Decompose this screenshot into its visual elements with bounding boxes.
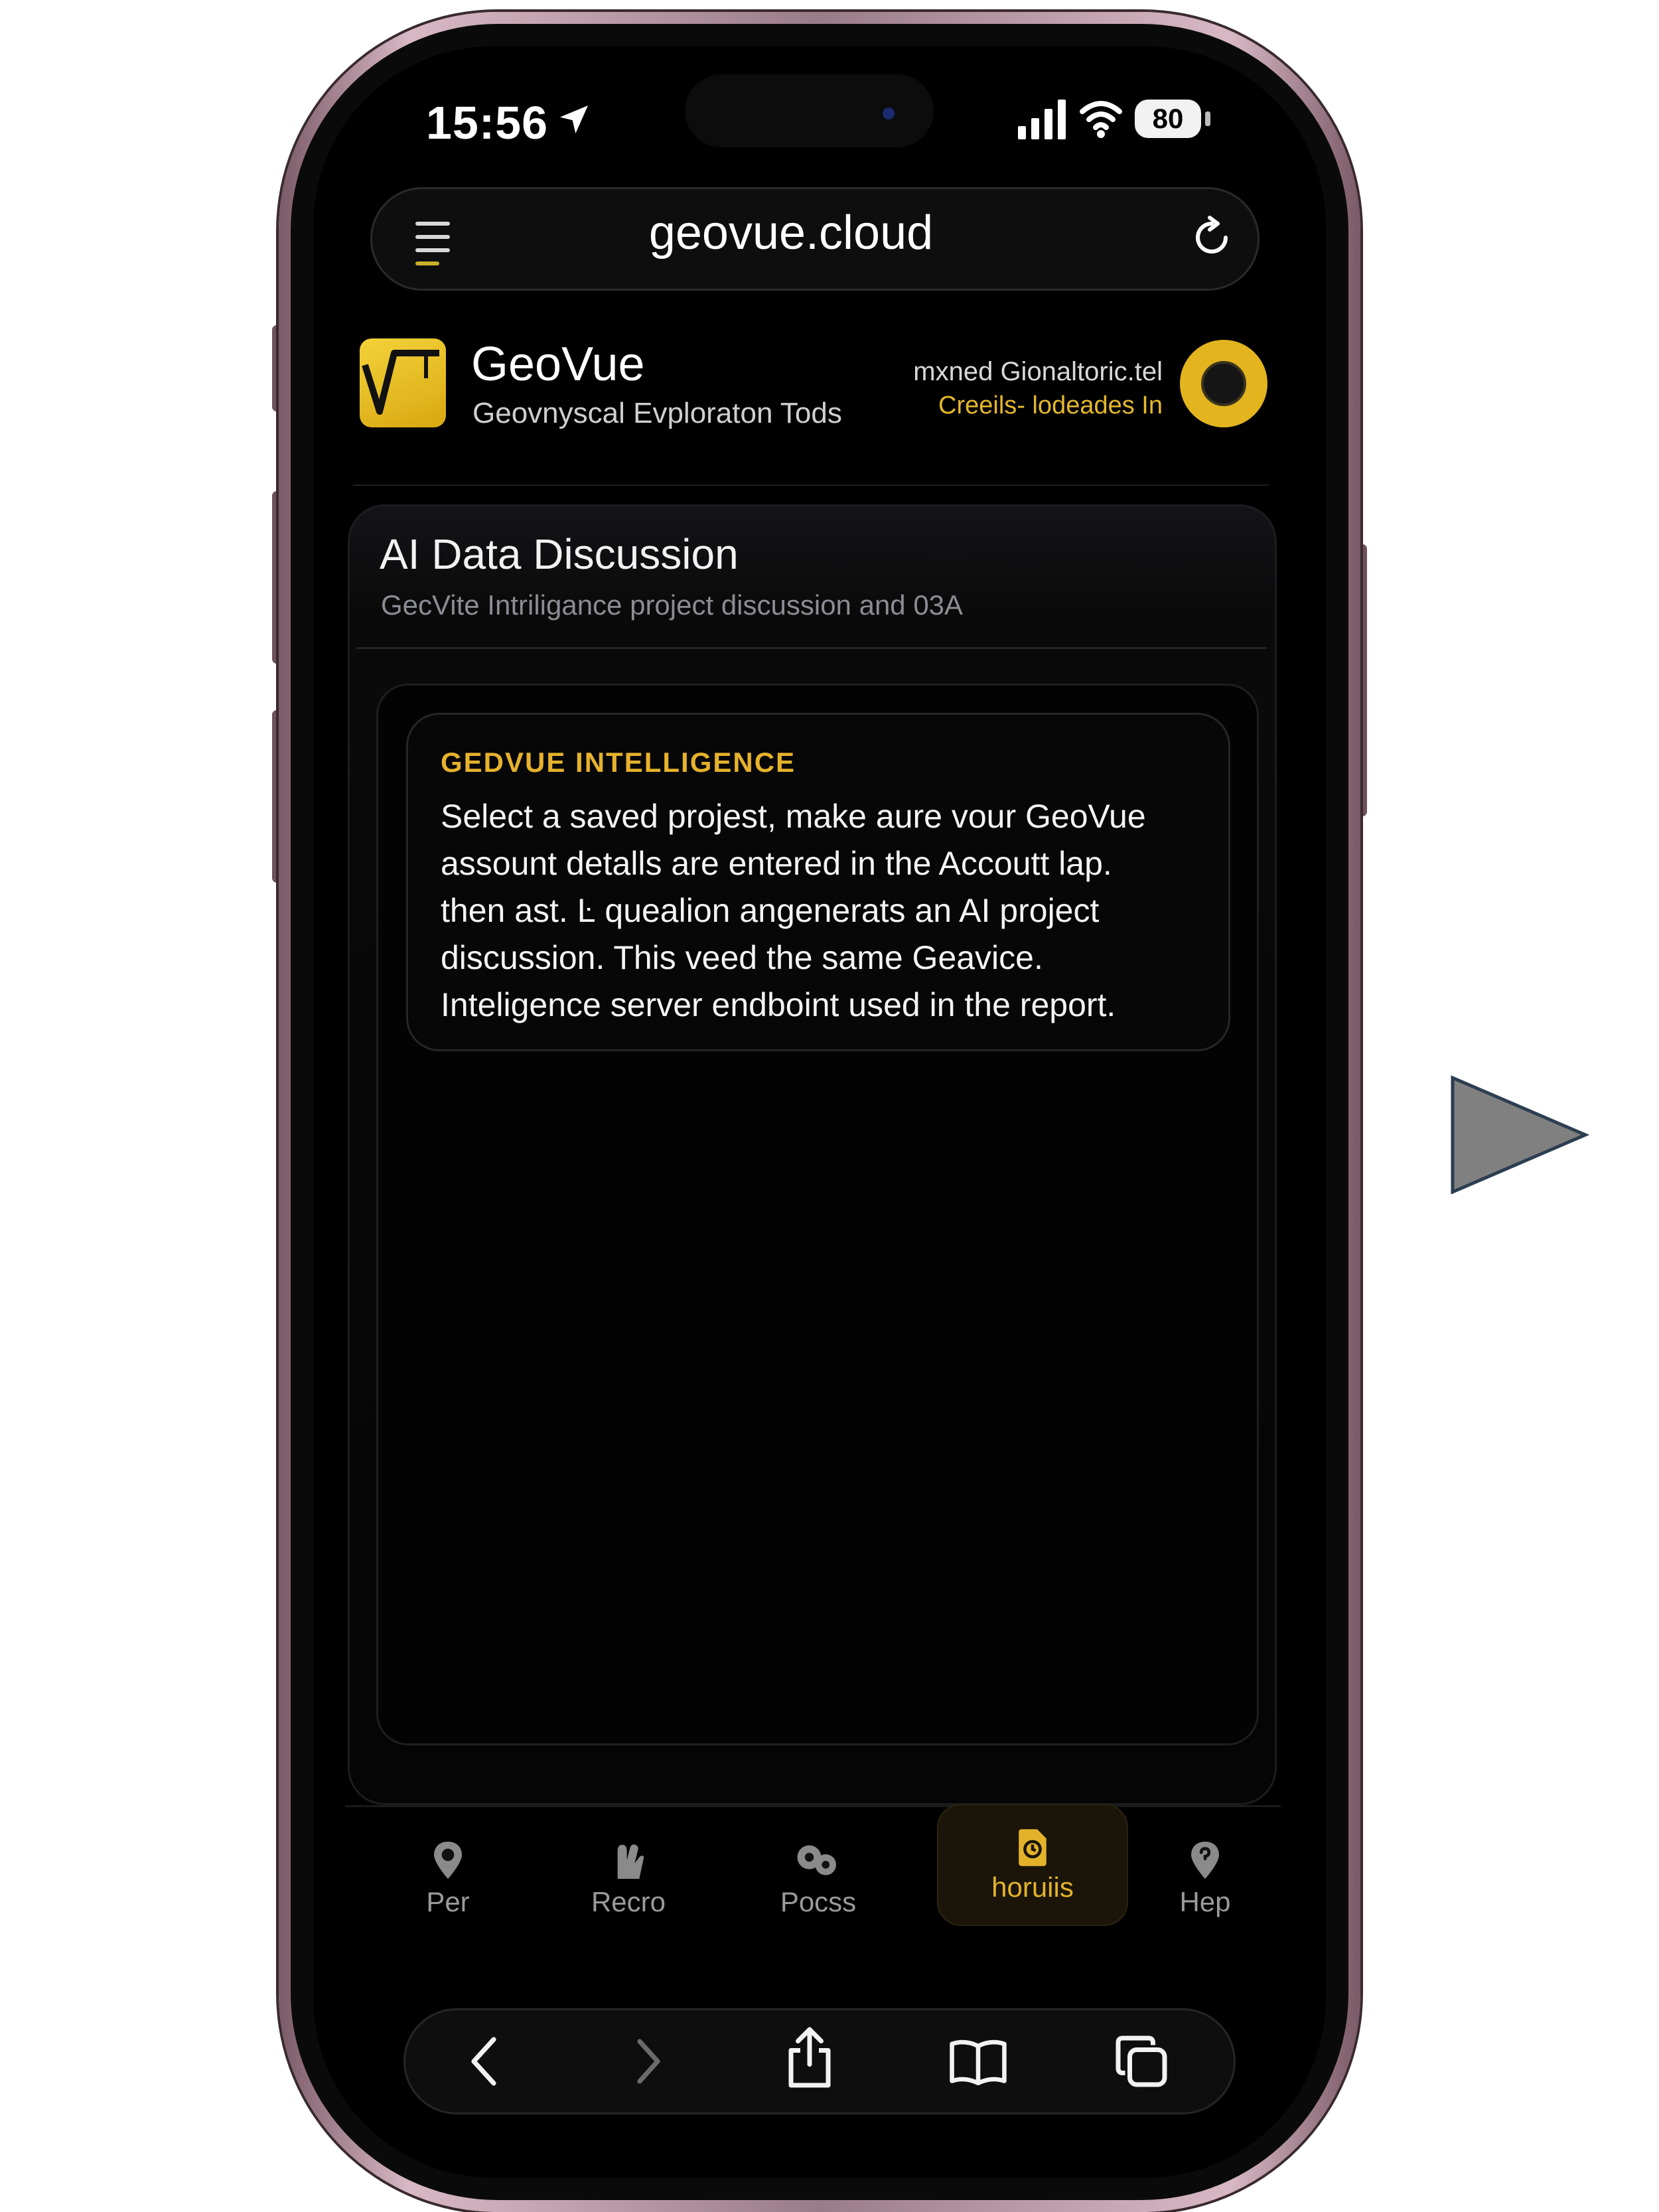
logo-wave-icon <box>362 350 439 415</box>
tab-per[interactable]: Per <box>368 1832 528 1951</box>
card-body-line: discussion. This veed the same Geavice. <box>441 939 1043 976</box>
battery-tip <box>1205 111 1210 126</box>
card-body-line: Select a saved projest, make aure vour G… <box>441 798 1146 835</box>
reload-icon[interactable] <box>1188 214 1236 261</box>
card-body-line: then ast. Ŀ quealion angenerats an AI pr… <box>441 892 1100 929</box>
user-avatar[interactable] <box>1180 340 1267 427</box>
card-body-line: Inteligence server endboint used in the … <box>441 986 1116 1023</box>
credits-status-line: Creeils- lodeades In <box>938 392 1163 419</box>
avatar-inner-icon <box>1201 361 1246 406</box>
status-time: 15:56 <box>426 97 549 149</box>
tab-pocss[interactable]: Pocss <box>739 1832 898 1951</box>
tab-label: Per <box>426 1886 470 1917</box>
phone-frame: 15:56 80 geovue.cloud GeoVue Geovnyscal … <box>279 12 1360 2212</box>
battery-indicator: 80 <box>1135 100 1201 138</box>
help-pin-icon <box>1191 1842 1219 1879</box>
tab-label: Recro <box>591 1886 666 1917</box>
camera-dot <box>883 108 895 119</box>
dynamic-island <box>685 74 934 147</box>
card-body-line: assount detalls are entered in the Accou… <box>441 845 1112 882</box>
app-title: GeoVue <box>471 338 645 391</box>
wifi-icon <box>1080 101 1122 138</box>
tabs-icon[interactable] <box>1114 2033 1169 2089</box>
header-divider <box>353 484 1269 486</box>
bookmarks-icon[interactable] <box>948 2033 1009 2089</box>
tab-recro[interactable]: Recro <box>549 1832 708 1951</box>
card-body: Select a saved projest, make aure vour G… <box>441 793 1204 1029</box>
phone-screen: 15:56 80 geovue.cloud GeoVue Geovnyscal … <box>313 46 1326 2177</box>
play-arrow-icon[interactable] <box>1450 1075 1589 1195</box>
panel-subtitle: GecVite Intriligance project discussion … <box>381 589 964 621</box>
location-arrow-icon <box>560 106 588 133</box>
geovue-logo <box>360 338 446 427</box>
document-icon <box>1019 1829 1046 1866</box>
tabbar-divider <box>345 1805 1281 1807</box>
pin-icon <box>434 1842 462 1879</box>
forward-icon[interactable] <box>624 2033 672 2089</box>
hand-icon <box>617 1844 644 1879</box>
panel-title: AI Data Discussion <box>380 530 739 578</box>
tab-label: Hep <box>1179 1886 1231 1917</box>
account-status-line: mxned Gionaltoric.tel <box>913 357 1163 386</box>
tab-hep[interactable]: Hep <box>1125 1832 1285 1951</box>
share-icon[interactable] <box>782 2024 837 2091</box>
url-text[interactable]: geovue.cloud <box>512 206 1070 260</box>
panel-divider <box>356 647 1267 649</box>
cellular-signal-icon <box>1018 100 1066 139</box>
tab-label: horuiis <box>991 1872 1074 1903</box>
page-menu-icon[interactable] <box>413 218 453 271</box>
tab-horuiis[interactable]: horuiis <box>937 1804 1128 1926</box>
link-icon <box>797 1845 836 1876</box>
card-title: GEDVUE INTELLIGENCE <box>441 747 796 778</box>
back-icon[interactable] <box>462 2033 510 2089</box>
app-subtitle: Geovnyscal Evploraton Tods <box>472 397 842 429</box>
tab-label: Pocss <box>780 1886 857 1917</box>
